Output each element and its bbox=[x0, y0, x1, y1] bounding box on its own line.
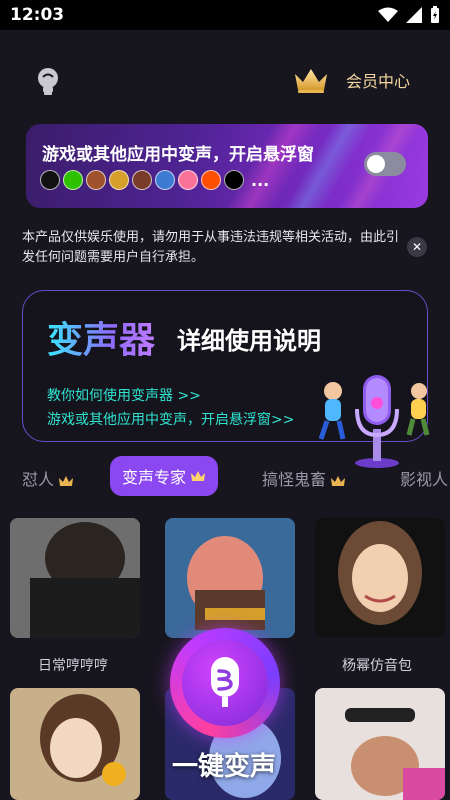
how-to-use-link[interactable]: 教你如何使用变声器 >> bbox=[47, 385, 201, 405]
supported-apps-row: ... bbox=[40, 170, 269, 190]
game-hero-image bbox=[165, 518, 295, 638]
category-tabs: 怼人 变声专家 搞怪鬼畜 影视人 bbox=[0, 456, 450, 496]
guide-title-main: 变声器 bbox=[47, 311, 155, 363]
vip-center-label: 会员中心 bbox=[346, 72, 411, 91]
preset-label-3: 杨幂仿音包 bbox=[342, 658, 412, 674]
wechat-icon bbox=[63, 170, 83, 190]
preset-photo-2[interactable] bbox=[165, 518, 295, 638]
system-icons bbox=[378, 6, 440, 24]
fab-inner bbox=[182, 640, 268, 726]
crown-icon bbox=[59, 475, 74, 486]
vip-center-button[interactable]: 会员中心 bbox=[292, 66, 410, 94]
preset-photo-6[interactable] bbox=[315, 688, 445, 800]
tab-funny[interactable]: 搞怪鬼畜 bbox=[262, 466, 346, 490]
tab-label: 搞怪鬼畜 bbox=[262, 470, 327, 489]
usage-guide-card[interactable]: 变声器 详细使用说明 教你如何使用变声器 >> 游戏或其他应用中变声，开启悬浮窗… bbox=[22, 290, 430, 468]
game-icon-3 bbox=[132, 170, 152, 190]
tab-label: 怼人 bbox=[22, 470, 55, 489]
gym-person-image bbox=[315, 688, 445, 800]
preset-photo-1[interactable] bbox=[10, 518, 140, 638]
game-icon-1 bbox=[86, 170, 106, 190]
crown-icon bbox=[295, 69, 327, 93]
floating-window-toggle[interactable] bbox=[364, 152, 406, 176]
light-bulb-icon[interactable] bbox=[34, 66, 62, 96]
close-disclaimer-button[interactable]: ✕ bbox=[407, 237, 427, 257]
status-bar: 12:03 bbox=[0, 0, 450, 30]
status-time: 12:03 bbox=[10, 5, 65, 25]
tab-label: 影视人 bbox=[400, 470, 449, 489]
microphone-icon bbox=[211, 657, 239, 707]
floating-window-title: 游戏或其他应用中变声，开启悬浮窗 bbox=[42, 145, 314, 165]
wifi-icon bbox=[378, 7, 398, 22]
kuaishou-icon bbox=[201, 170, 221, 190]
preset-photo-4[interactable] bbox=[10, 688, 140, 800]
floating-window-link[interactable]: 游戏或其他应用中变声，开启悬浮窗>> bbox=[47, 409, 294, 429]
tab-film-tv[interactable]: 影视人 bbox=[400, 466, 448, 490]
preset-label-1: 日常哼哼哼 bbox=[38, 658, 108, 674]
qq-icon bbox=[40, 170, 60, 190]
microphone-illustration bbox=[318, 375, 430, 468]
crown-icon bbox=[191, 471, 206, 481]
toggle-knob bbox=[367, 155, 385, 173]
battery-icon bbox=[431, 6, 439, 23]
anime-girl-image bbox=[10, 688, 140, 800]
person-hoodie-image bbox=[10, 518, 140, 638]
one-tap-voice-change-button[interactable] bbox=[170, 628, 280, 738]
guide-title-sub: 详细使用说明 bbox=[177, 327, 321, 355]
tab-voice-expert[interactable]: 变声专家 bbox=[110, 456, 219, 496]
disclaimer-text: 本产品仅供娱乐使用，请勿用于从事违法违规等相关活动，由此引发任何问题需要用户自行… bbox=[22, 230, 400, 265]
tiktok-icon bbox=[224, 170, 244, 190]
floating-window-card[interactable]: 游戏或其他应用中变声，开启悬浮窗 ... bbox=[26, 124, 428, 208]
tab-label: 变声专家 bbox=[122, 468, 187, 487]
game-icon-4 bbox=[155, 170, 175, 190]
cartoon-girl-image bbox=[315, 518, 445, 638]
more-apps-ellipsis: ... bbox=[251, 170, 270, 190]
one-tap-voice-change-label: 一键变声 bbox=[172, 752, 277, 782]
crown-icon bbox=[331, 475, 346, 486]
signal-icon bbox=[406, 7, 422, 23]
tab-dui-ren[interactable]: 怼人 bbox=[22, 466, 74, 490]
preset-photo-3[interactable] bbox=[315, 518, 445, 638]
game-icon-2 bbox=[109, 170, 129, 190]
bilibili-icon bbox=[178, 170, 198, 190]
